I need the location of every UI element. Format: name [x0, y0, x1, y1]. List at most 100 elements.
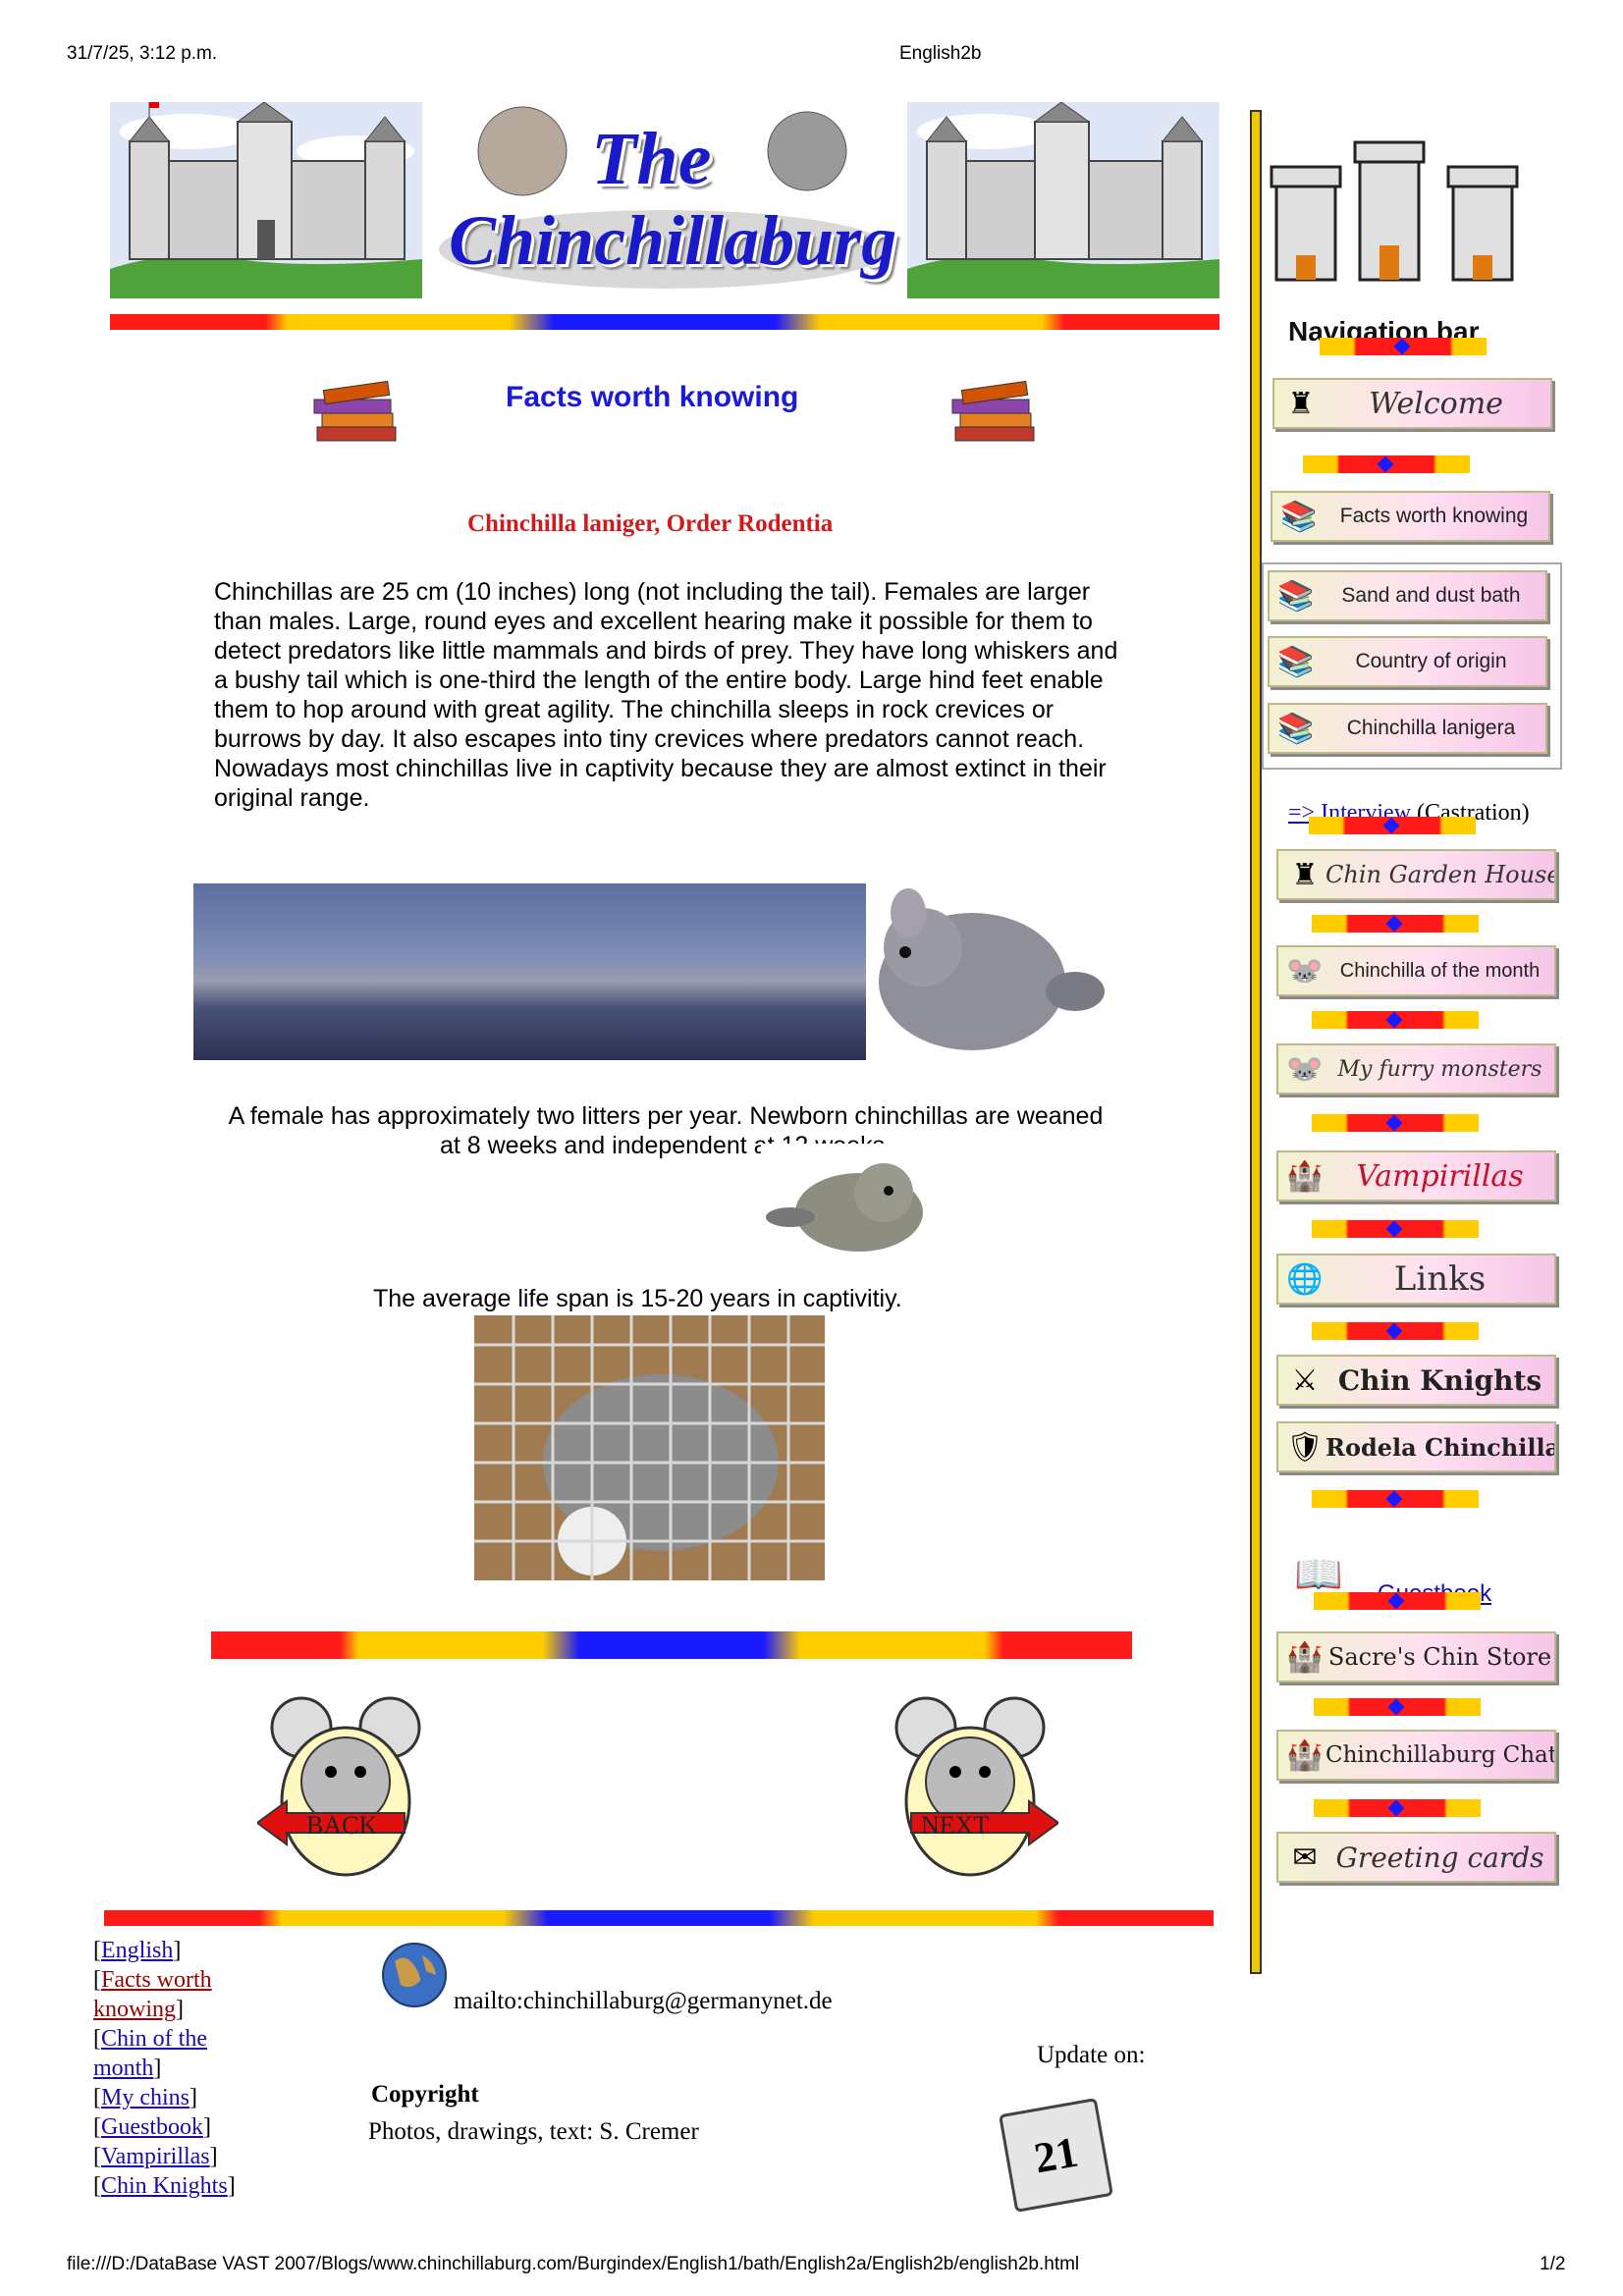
sidebar-item-label: Facts worth knowing — [1339, 505, 1529, 527]
mouse-icon — [894, 1696, 1060, 1877]
sidebar-item-label: Chinchilla of the month — [1339, 960, 1541, 982]
sidebar-item-label: Greeting cards — [1335, 1841, 1544, 1874]
back-label: BACK — [306, 1811, 378, 1840]
castle-icon: 🏰 — [1286, 1738, 1324, 1772]
update-label: Update on: — [1037, 2042, 1146, 2068]
print-datetime: 31/7/25, 3:12 p.m. — [67, 43, 218, 64]
caged-chinchilla-photo — [474, 1315, 825, 1580]
divider-stripe — [211, 1631, 1132, 1659]
calendar-icon: 21 — [998, 2097, 1114, 2214]
divider-stripe — [1314, 1698, 1481, 1716]
sidebar-item-label: Sand and dust bath — [1341, 584, 1521, 607]
paragraph-lifespan: The average life span is 15-20 years in … — [373, 1285, 902, 1312]
books-icon: 📚 — [1277, 712, 1315, 745]
books-icon: 📚 — [1280, 500, 1318, 533]
sidebar-item-welcome[interactable]: ♜ Welcome — [1272, 378, 1552, 429]
divider-stripe — [110, 314, 1219, 330]
mountain-photo — [193, 883, 866, 1060]
footer-link-english[interactable]: English — [101, 1938, 173, 1963]
sidebar-item-chin-knights[interactable]: ⚔ Chin Knights — [1276, 1355, 1556, 1406]
print-page-count: 1/2 — [1540, 2254, 1566, 2274]
mouse-icon — [255, 1696, 421, 1877]
sidebar-item-label: Chin Garden Houses — [1325, 861, 1556, 888]
sidebar-item-label: Sacre's Chin Store — [1327, 1643, 1552, 1671]
sidebar-item-label: Welcome — [1369, 386, 1503, 421]
books-icon: 📚 — [1277, 645, 1315, 678]
sidebar-item-furry-monsters[interactable]: 🐭 My furry monsters — [1276, 1043, 1556, 1095]
footer-links: [English] [Facts worth knowing] [Chin of… — [93, 1938, 236, 2199]
divider-stripe — [1312, 1011, 1479, 1029]
castle-left-icon — [110, 102, 422, 298]
calendar-day: 21 — [1030, 2127, 1082, 2183]
tower-icon: ♜ — [1291, 858, 1319, 891]
divider-stripe — [1303, 455, 1470, 473]
banner: The Chinchillaburg — [110, 102, 1219, 298]
species-heading: Chinchilla laniger, Order Rodentia — [467, 510, 834, 537]
footer-link-chin-knights[interactable]: Chin Knights — [101, 2173, 228, 2199]
swords-icon: ⚔ — [1291, 1363, 1319, 1397]
next-label: NEXT — [921, 1811, 990, 1840]
sidebar-item-chin-store[interactable]: 🏰 Sacre's Chin Store — [1276, 1631, 1556, 1682]
books-icon — [951, 380, 1035, 442]
young-chinchilla-photo — [761, 1144, 943, 1256]
sidebar-item-sand-bath[interactable]: 📚 Sand and dust bath — [1268, 570, 1547, 621]
divider-stripe — [1312, 1114, 1479, 1132]
card-icon: ✉ — [1292, 1841, 1318, 1874]
logo-line2: Chinchillaburg — [449, 201, 897, 280]
globe-icon[interactable] — [381, 1942, 448, 2008]
sidebar-item-label: Links — [1393, 1259, 1487, 1299]
sidebar-divider — [1250, 110, 1262, 1974]
footer-link-facts[interactable]: Facts worth knowing — [93, 1967, 212, 2022]
books-icon — [313, 380, 397, 442]
divider-stripe — [1309, 817, 1476, 834]
sidebar-item-greeting-cards[interactable]: ✉ Greeting cards — [1276, 1832, 1556, 1883]
print-page-title: English2b — [899, 43, 982, 64]
sidebar-item-rodela[interactable]: 🛡 Rodela Chinchilla — [1276, 1421, 1556, 1472]
divider-stripe — [1320, 338, 1487, 355]
books-icon: 📚 — [1277, 579, 1315, 613]
footer-link-guestbook[interactable]: Guestbook — [101, 2114, 203, 2140]
footer-link-vampirillas[interactable]: Vampirillas — [101, 2144, 210, 2169]
globe-icon: 🌐 — [1286, 1262, 1324, 1296]
copyright-text: Photos, drawings, text: S. Cremer — [368, 2118, 699, 2145]
paragraph-description: Chinchillas are 25 cm (10 inches) long (… — [214, 578, 1118, 812]
sidebar-item-lanigera[interactable]: 📚 Chinchilla lanigera — [1268, 703, 1547, 754]
book-icon: 📖 — [1294, 1553, 1343, 1596]
sidebar-item-chin-of-month[interactable]: 🐭 Chinchilla of the month — [1276, 945, 1556, 996]
sidebar-item-label: My furry monsters — [1337, 1056, 1542, 1082]
paragraph-litters-1: A female has approximately two litters p… — [228, 1102, 1104, 1130]
print-url: file:///D:/DataBase VAST 2007/Blogs/www.… — [67, 2254, 1080, 2274]
logo-line1: The — [591, 118, 712, 200]
chinchilla-icon: 🐭 — [1286, 1052, 1324, 1086]
footer-link-chin-of-month[interactable]: Chin of the month — [93, 2026, 207, 2081]
divider-stripe — [104, 1910, 1214, 1926]
sidebar-item-label: Country of origin — [1355, 650, 1507, 672]
sidebar-item-vampirillas[interactable]: 🏰 Vampirillas — [1276, 1150, 1556, 1201]
next-button[interactable]: NEXT — [882, 1693, 1060, 1880]
castle-icon: 🏰 — [1286, 1159, 1324, 1193]
back-button[interactable]: BACK — [255, 1693, 434, 1880]
sidebar-item-country[interactable]: 📚 Country of origin — [1268, 636, 1547, 687]
sidebar-item-facts[interactable]: 📚 Facts worth knowing — [1271, 491, 1550, 542]
footer-link-my-chins[interactable]: My chins — [101, 2085, 189, 2110]
sidebar-item-label: Chinchilla lanigera — [1346, 717, 1516, 739]
towers-icon — [1270, 140, 1519, 282]
shield-icon: 🛡 — [1285, 1430, 1325, 1464]
sidebar-item-label: Chinchillaburg Chat — [1325, 1742, 1556, 1768]
tower-icon: ♜ — [1287, 387, 1315, 420]
divider-stripe — [1312, 1220, 1479, 1238]
copyright-title: Copyright — [371, 2081, 479, 2108]
divider-stripe — [1312, 1322, 1479, 1340]
sidebar-item-garden-houses[interactable]: ♜ Chin Garden Houses — [1276, 849, 1556, 900]
chinchilla-photo — [879, 888, 1105, 1050]
chinchilla-icon: 🐭 — [1286, 954, 1324, 988]
divider-stripe — [1314, 1799, 1481, 1817]
sidebar-item-label: Vampirillas — [1356, 1158, 1524, 1194]
sidebar-item-links[interactable]: 🌐 Links — [1276, 1254, 1556, 1305]
section-title: Facts worth knowing — [506, 381, 799, 413]
contact-email[interactable]: mailto:chinchillaburg@germanynet.de — [454, 1988, 833, 2015]
castle-icon: 🏰 — [1286, 1640, 1324, 1674]
sidebar-item-label: Rodela Chinchilla — [1325, 1432, 1556, 1462]
sidebar-item-chat[interactable]: 🏰 Chinchillaburg Chat — [1276, 1730, 1556, 1781]
paragraph-litters-2: at 8 weeks and independent at 12 weeks. — [439, 1132, 893, 1159]
